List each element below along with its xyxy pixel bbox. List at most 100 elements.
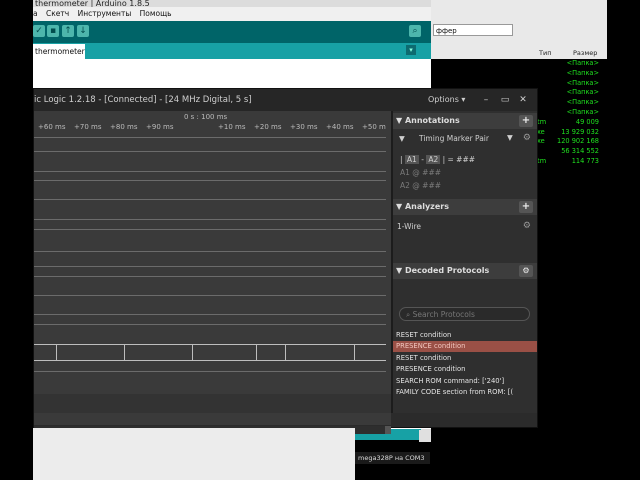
- verify-icon[interactable]: ✓: [33, 25, 45, 37]
- channel-line: [34, 137, 386, 138]
- time-tick: +90 ms: [146, 123, 174, 131]
- pulse-edge: [285, 344, 286, 360]
- analyzer-item[interactable]: 1-Wire: [397, 222, 421, 231]
- arduino-tabbar: thermometer § ▾: [33, 43, 431, 59]
- channel-line: [34, 171, 386, 172]
- side-panel: ▼ Annotations + ▼ Timing Marker Pair ▼ ⚙…: [391, 111, 537, 413]
- center-time: 0 s : 100 ms: [184, 113, 228, 121]
- collapse-icon[interactable]: ▼: [396, 266, 405, 275]
- explorer-header: Тип Размер: [431, 48, 607, 59]
- a2-marker[interactable]: A2: [426, 155, 441, 164]
- new-icon[interactable]: ▪: [47, 25, 59, 37]
- file-size: <Папка>: [566, 68, 599, 77]
- time-tick: +20 ms: [254, 123, 282, 131]
- collapse-icon[interactable]: ▼: [399, 134, 405, 143]
- a2-time: A2 @ ###: [400, 181, 442, 190]
- arduino-title: thermometer | Arduino 1.8.5: [33, 0, 431, 7]
- channel-line: [34, 219, 386, 220]
- pulse-edge: [192, 344, 193, 360]
- logic-title: ic Logic 1.2.18 - [Connected] - [24 MHz …: [34, 95, 252, 105]
- sketch-tab[interactable]: thermometer §: [33, 44, 85, 59]
- analyzers-title: Analyzers: [404, 202, 449, 211]
- a1-marker[interactable]: A1: [404, 155, 419, 164]
- file-size: 13 929 032: [561, 127, 599, 136]
- channel-line: [34, 314, 386, 315]
- scroll-right-icon[interactable]: [385, 426, 391, 434]
- explorer-scroll-button[interactable]: [419, 430, 431, 442]
- protocol-row[interactable]: RESET condition: [393, 353, 537, 364]
- board-status: mega328P на COM3: [355, 452, 430, 464]
- channel-line: [34, 266, 386, 267]
- gear-icon[interactable]: ⚙: [523, 133, 531, 143]
- open-icon[interactable]: ↑: [62, 25, 74, 37]
- pulse-edge: [56, 344, 57, 360]
- minimize-icon[interactable]: –: [481, 95, 491, 105]
- tab-menu-icon[interactable]: ▾: [406, 45, 416, 55]
- channel-line: [34, 371, 386, 372]
- menu-item-file[interactable]: a: [33, 9, 38, 18]
- logic-titlebar: ic Logic 1.2.18 - [Connected] - [24 MHz …: [34, 89, 537, 111]
- gear-icon[interactable]: ⚙: [523, 221, 531, 231]
- one-wire-channel-high: [34, 344, 386, 345]
- file-size: 114 773: [571, 157, 599, 165]
- channel-line: [34, 199, 386, 200]
- explorer-toolbar: ффер: [431, 0, 607, 48]
- arduino-console: [33, 428, 355, 480]
- waveform-area[interactable]: [34, 133, 391, 434]
- menu-item-tools[interactable]: Инструменты: [78, 9, 132, 18]
- chevron-down-icon[interactable]: ▼: [507, 133, 513, 142]
- file-size: 56 314 552: [561, 147, 599, 156]
- protocol-row[interactable]: PRESENCE condition: [393, 364, 537, 375]
- add-analyzer-button[interactable]: +: [519, 201, 533, 213]
- protocol-row[interactable]: RESET condition: [393, 330, 537, 341]
- file-size: <Папка>: [566, 78, 599, 87]
- search-protocols-input[interactable]: ⌕ Search Protocols: [399, 307, 530, 321]
- channel-line: [34, 324, 386, 325]
- menu-item-sketch[interactable]: Скетч: [46, 9, 69, 18]
- channel-line: [34, 180, 386, 181]
- options-button[interactable]: Options ▾: [428, 89, 465, 111]
- file-size: 120 902 168: [557, 137, 599, 146]
- time-tick: +10 ms: [218, 123, 246, 131]
- annotations-header: ▼ Annotations +: [393, 113, 537, 129]
- maximize-icon[interactable]: ▭: [500, 95, 510, 105]
- time-ruler[interactable]: 0 s : 100 ms +60 ms +70 ms +80 ms +90 ms +10…: [34, 111, 391, 133]
- protocol-row[interactable]: FAMILY CODE section from ROM: [(: [393, 387, 537, 398]
- channel-line: [34, 251, 386, 252]
- timing-marker-label: Timing Marker Pair: [419, 134, 489, 143]
- list-item[interactable]: <Папка>: [431, 59, 607, 69]
- marker-diff: = ###: [447, 155, 476, 164]
- time-tick: +80 ms: [110, 123, 138, 131]
- collapse-icon[interactable]: ▼: [396, 116, 405, 125]
- list-item[interactable]: <Папка>: [431, 69, 607, 79]
- channel-line: [34, 295, 386, 296]
- list-item[interactable]: <Папка>: [431, 79, 607, 89]
- time-tick: +70 ms: [74, 123, 102, 131]
- time-tick: +60 ms: [38, 123, 66, 131]
- protocol-row[interactable]: PRESENCE condition: [393, 341, 537, 353]
- channel-line: [34, 151, 386, 152]
- column-type[interactable]: Тип: [539, 48, 551, 59]
- close-icon[interactable]: ✕: [518, 95, 528, 105]
- column-size[interactable]: Размер: [573, 48, 597, 59]
- file-size: 49 009: [575, 117, 599, 126]
- channel-line: [34, 229, 386, 230]
- annotations-title: Annotations: [404, 116, 460, 125]
- one-wire-channel: [34, 360, 386, 361]
- arduino-toolbar: ✓ ▪ ↑ ↓ ⌕: [33, 21, 431, 43]
- save-icon[interactable]: ↓: [77, 25, 89, 37]
- pulse-edge: [256, 344, 257, 360]
- search-icon: ⌕: [406, 310, 413, 319]
- add-annotation-button[interactable]: +: [519, 115, 533, 127]
- protocol-row[interactable]: SEARCH ROM command: ['240']: [393, 376, 537, 387]
- time-tick: +40 ms: [326, 123, 354, 131]
- gear-icon[interactable]: ⚙: [519, 265, 533, 277]
- pulse-edge: [354, 344, 355, 360]
- arduino-menu: a Скетч Инструменты Помощь: [33, 7, 431, 21]
- logic-window: ic Logic 1.2.18 - [Connected] - [24 MHz …: [33, 88, 538, 434]
- serial-monitor-icon[interactable]: ⌕: [409, 25, 421, 37]
- analyzers-header: ▼ Analyzers +: [393, 199, 537, 215]
- address-field[interactable]: ффер: [433, 24, 513, 36]
- menu-item-help[interactable]: Помощь: [140, 9, 172, 18]
- collapse-icon[interactable]: ▼: [396, 202, 405, 211]
